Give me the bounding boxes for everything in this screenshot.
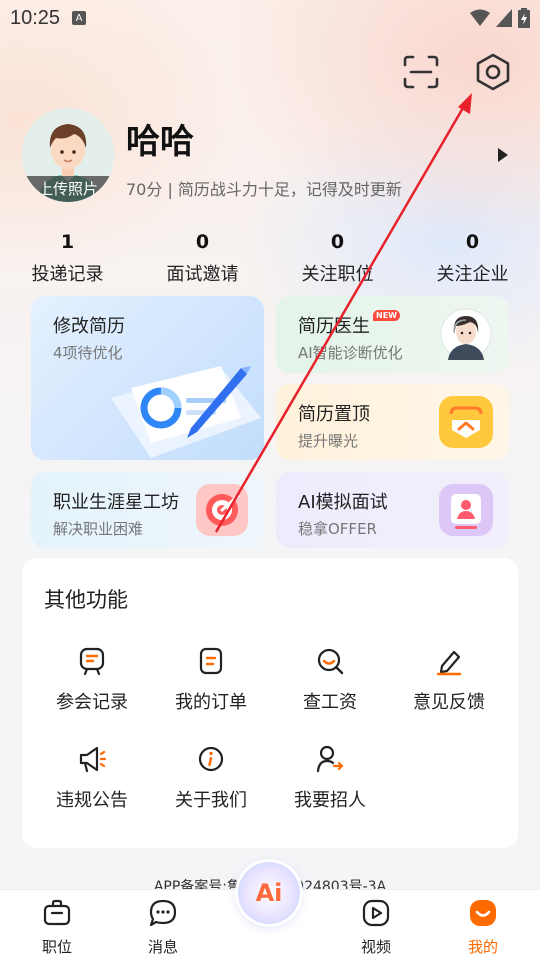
stat-followed-jobs[interactable]: 0 关注职位 (270, 228, 405, 288)
stat-interviews[interactable]: 0 面试邀请 (135, 228, 270, 288)
settings-button[interactable] (474, 52, 512, 92)
resume-score-summary: 70分 | 简历战斗力十足，记得及时更新 (126, 180, 402, 199)
video-icon (362, 899, 390, 927)
function-label: 我要招人 (294, 790, 366, 811)
megaphone-icon (79, 746, 107, 773)
scan-icon (403, 55, 439, 89)
resume-top-card[interactable]: 简历置顶 提升曝光 (276, 384, 509, 460)
order-icon (199, 647, 223, 675)
profile-section[interactable]: 上传照片 哈哈 70分 | 简历战斗力十足，记得及时更新 (22, 108, 522, 208)
section-title: 其他功能 (44, 588, 128, 612)
status-time: 10:25 (10, 6, 61, 29)
interview-icon (439, 484, 493, 536)
card-subtitle: 解决职业困难 (53, 520, 144, 538)
nav-mine[interactable]: 我的 (443, 898, 523, 957)
new-badge: NEW (373, 310, 400, 321)
gear-icon (476, 53, 510, 91)
card-title: 简历置顶 (298, 404, 370, 425)
function-label: 意见反馈 (413, 692, 485, 713)
feedback-pen-icon (436, 650, 462, 676)
nav-label: 职位 (41, 938, 72, 956)
resume-illustration (111, 366, 261, 458)
wifi-icon (470, 9, 490, 26)
card-subtitle: 提升曝光 (298, 432, 359, 450)
nav-messages[interactable]: 消息 (123, 898, 203, 957)
status-indicators (470, 8, 530, 28)
nav-label: 消息 (147, 938, 178, 956)
stat-followed-companies[interactable]: 0 关注企业 (405, 228, 540, 288)
function-label: 我的订单 (175, 692, 247, 713)
stat-value: 1 (60, 231, 75, 253)
meeting-record-icon (79, 647, 105, 676)
stat-value: 0 (465, 231, 480, 253)
nav-video[interactable]: 视频 (336, 898, 416, 957)
card-title: 简历医生 (298, 316, 370, 337)
ai-assistant-button[interactable]: Ai (238, 862, 300, 924)
stat-label: 关注职位 (301, 264, 374, 285)
edit-resume-card[interactable]: 修改简历 4项待优化 (31, 296, 264, 460)
notification-icon: A (72, 11, 87, 25)
scan-button[interactable] (402, 54, 440, 90)
stat-label: 关注企业 (436, 264, 509, 285)
meeting-record-item[interactable]: 参会记录 (32, 646, 152, 714)
function-label: 查工资 (303, 692, 357, 713)
pin-top-icon (439, 396, 493, 448)
salary-search-item[interactable]: 查工资 (270, 646, 390, 714)
profile-icon (470, 900, 496, 926)
signal-icon (496, 9, 512, 27)
ai-label: Ai (255, 879, 283, 907)
card-subtitle: AI智能诊断优化 (298, 344, 403, 362)
nav-label: 我的 (467, 938, 498, 956)
ai-doctor-avatar-icon (440, 308, 492, 360)
ai-mock-interview-card[interactable]: AI模拟面试 稳拿OFFER (276, 472, 509, 548)
recruit-item[interactable]: 我要招人 (270, 744, 390, 812)
salary-search-icon (317, 648, 344, 675)
stat-label: 面试邀请 (166, 264, 239, 285)
briefcase-icon (43, 899, 71, 926)
target-icon (196, 484, 248, 536)
stat-deliveries[interactable]: 1 投递记录 (0, 228, 135, 288)
about-us-item[interactable]: 关于我们 (151, 744, 271, 812)
card-title: 职业生涯星工坊 (53, 492, 179, 513)
avatar[interactable]: 上传照片 (22, 108, 114, 202)
stats-row: 1 投递记录 0 面试邀请 0 关注职位 0 关注企业 (0, 228, 540, 288)
stat-value: 0 (330, 231, 345, 253)
chevron-right-icon[interactable] (498, 148, 508, 162)
card-title: AI模拟面试 (298, 492, 388, 513)
info-icon (198, 746, 224, 772)
card-subtitle: 稳拿OFFER (298, 520, 377, 538)
function-label: 违规公告 (56, 790, 128, 811)
upload-photo-label[interactable]: 上传照片 (22, 176, 114, 202)
career-workshop-card[interactable]: 职业生涯星工坊 解决职业困难 (31, 472, 264, 548)
function-label: 关于我们 (175, 790, 247, 811)
user-name: 哈哈 (126, 122, 194, 162)
card-title: 修改简历 (53, 316, 125, 337)
violation-notice-item[interactable]: 违规公告 (32, 744, 152, 812)
my-orders-item[interactable]: 我的订单 (151, 646, 271, 714)
nav-label: 视频 (360, 938, 391, 956)
feedback-item[interactable]: 意见反馈 (389, 646, 509, 714)
chat-icon (149, 899, 177, 927)
function-label: 参会记录 (56, 692, 128, 713)
other-functions-panel: 其他功能 参会记录 我的订单 查工资 意见反馈 违规公告 关于我们 我要招人 (22, 558, 518, 848)
nav-jobs[interactable]: 职位 (17, 898, 97, 957)
stat-value: 0 (195, 231, 210, 253)
recruit-icon (316, 745, 344, 773)
resume-doctor-card[interactable]: 简历医生 NEW AI智能诊断优化 (276, 296, 509, 373)
battery-icon (518, 8, 530, 28)
stat-label: 投递记录 (31, 264, 104, 285)
status-bar: 10:25 A (0, 0, 540, 36)
